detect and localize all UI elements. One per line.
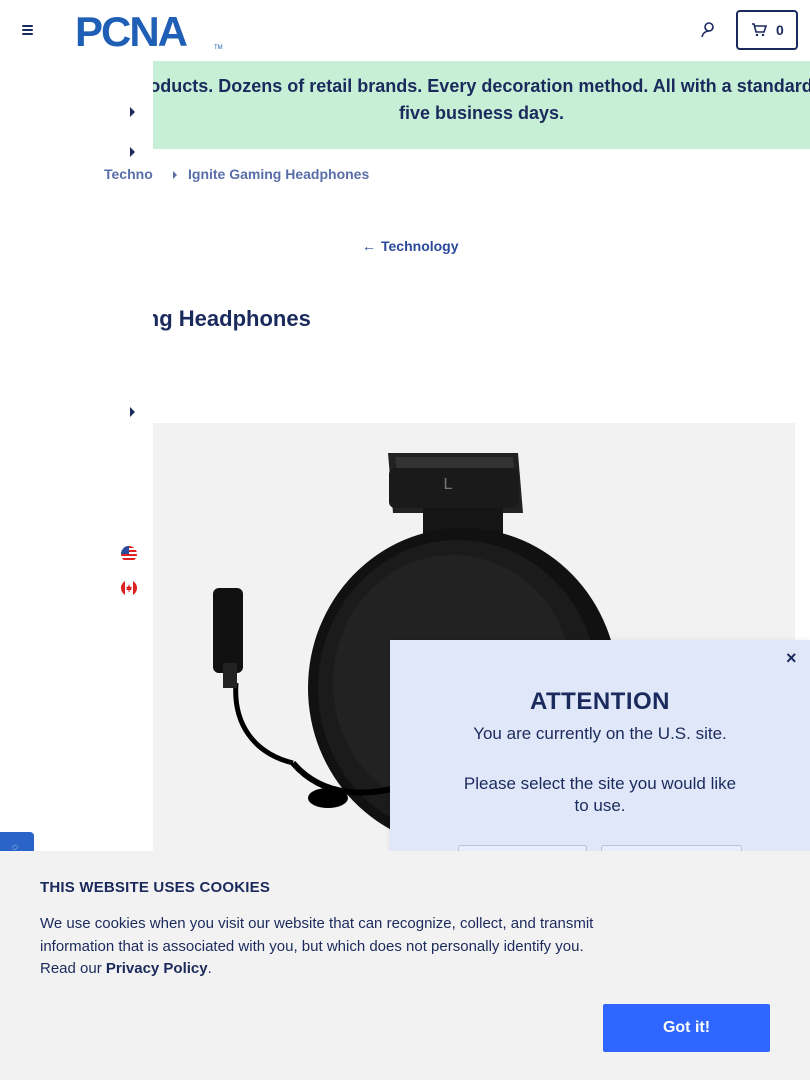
breadcrumb: Technology [0, 160, 153, 190]
pcna-logo[interactable]: PCNA TM [75, 10, 225, 50]
cookie-body: We use cookies when you visit our websit… [40, 913, 600, 981]
site-header: PCNA TM 0 [0, 0, 810, 61]
cart-button[interactable]: 0 [736, 10, 798, 50]
account-icon[interactable] [698, 20, 718, 40]
back-link-label: Technology [381, 238, 459, 254]
arrow-left-icon: ← [362, 238, 376, 254]
menu-icon[interactable] [20, 22, 36, 38]
modal-title: ATTENTION [529, 688, 671, 715]
breadcrumb-current: Ignite Gaming Headphones [188, 166, 370, 182]
close-icon[interactable]: × [786, 648, 797, 669]
breadcrumb-separator-icon [173, 171, 177, 179]
svg-text:TM: TM [214, 45, 223, 50]
product-title-text: Ignite Gaming Headphones [153, 306, 311, 331]
promo-text: Thousands of products. Dozens of retail … [153, 76, 810, 123]
cookie-banner: THIS WEBSITE USES COOKIES We use cookies… [0, 851, 810, 1080]
nav-caret-icon[interactable] [130, 147, 135, 157]
cookie-title: THIS WEBSITE USES COOKIES [40, 879, 271, 896]
privacy-policy-link[interactable]: Privacy Policy [106, 960, 208, 977]
cookie-body-suffix: . [207, 960, 212, 977]
nav-caret-icon[interactable] [130, 407, 135, 417]
back-link[interactable]: ← Technology [362, 238, 459, 254]
modal-instruction: Please select the site you would like to… [463, 774, 737, 815]
nav-caret-icon[interactable] [130, 107, 135, 117]
modal-current-site: You are currently on the U.S. site. [473, 724, 727, 743]
attention-modal: × ATTENTION You are currently on the U.S… [390, 640, 810, 885]
us-flag-icon[interactable] [121, 546, 137, 562]
breadcrumb-previous[interactable]: Technology [104, 166, 153, 182]
product-title: Ignite Gaming Headphones [153, 306, 453, 332]
accept-cookies-button[interactable]: Got it! [603, 1004, 770, 1052]
logo-text: PCNA [75, 10, 188, 50]
promo-banner: Thousands of products. Dozens of retail … [153, 61, 810, 149]
svg-text:L: L [444, 476, 453, 493]
canada-flag-icon[interactable] [121, 580, 137, 596]
cart-count: 0 [776, 22, 784, 38]
cart-icon [752, 23, 767, 37]
